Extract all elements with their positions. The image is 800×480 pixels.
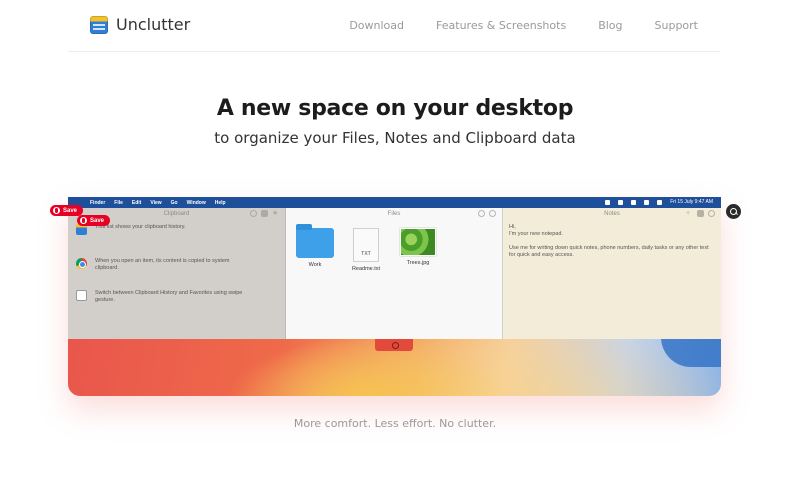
notes-tools: + — [686, 210, 715, 217]
clipboard-item: Switch between Clipboard History and Fav… — [76, 290, 245, 304]
text-file-icon: TXT — [353, 228, 379, 262]
file-item-work: Work — [290, 224, 340, 268]
list-icon — [697, 210, 704, 217]
menubar-item-view: View — [150, 199, 162, 206]
clipboard-item-text: This list shows your clipboard history. — [95, 224, 186, 230]
star-icon: ★ — [272, 210, 279, 217]
clipboard-item-text: When you open an item, its content is co… — [95, 258, 230, 271]
zoom-icon[interactable] — [726, 204, 741, 219]
hero-title: A new space on your desktop — [216, 96, 574, 121]
image-file-icon — [400, 228, 436, 256]
file-item-trees: Trees.jpg — [393, 228, 443, 266]
document-icon — [76, 290, 87, 301]
nav-blog[interactable]: Blog — [598, 19, 622, 32]
battery-icon — [644, 199, 650, 205]
files-pane: Files Work TXT Readme.txt Trees.jpg — [286, 208, 503, 339]
menubar-item-finder: Finder — [90, 199, 106, 206]
chrome-icon — [76, 258, 87, 269]
list-icon — [261, 210, 268, 217]
pinterest-icon — [53, 207, 60, 214]
bluetooth-icon — [618, 199, 624, 205]
pinterest-save-button[interactable]: Save — [50, 205, 84, 216]
add-icon: + — [686, 210, 691, 217]
nav-download[interactable]: Download — [349, 19, 404, 32]
main-nav: Download Features & Screenshots Blog Sup… — [317, 19, 720, 32]
wifi-icon — [631, 199, 637, 205]
menubar-item-help: Help — [214, 199, 226, 206]
gear-icon — [478, 210, 485, 217]
unclutter-status-icon — [605, 199, 611, 205]
save-label: Save — [90, 217, 105, 224]
toggle-icon — [250, 210, 257, 217]
mac-menubar: Finder File Edit View Go Window Help Fri… — [68, 197, 721, 208]
note-line: Hi, — [509, 224, 516, 230]
unclutter-panes: Clipboard ★ This list shows your clipboa… — [68, 208, 721, 339]
site-header: Unclutter Download Features & Screenshot… — [68, 0, 720, 52]
unclutter-pull-tab — [375, 339, 413, 351]
files-tools — [478, 210, 496, 217]
notes-pane: Notes + Hi, I'm your new notepad. Use me… — [503, 208, 721, 339]
file-name: Trees.jpg — [406, 260, 430, 266]
brand-name[interactable]: Unclutter — [116, 15, 190, 34]
nav-features-screenshots[interactable]: Features & Screenshots — [436, 19, 566, 32]
search-icon — [489, 210, 496, 217]
menubar-clock: Fri 15 July 9:47 AM — [670, 199, 713, 205]
menubar-status: Fri 15 July 9:47 AM — [605, 199, 713, 205]
app-screenshot: Finder File Edit View Go Window Help Fri… — [68, 197, 721, 396]
note-content: Hi, I'm your new notepad. Use me for wri… — [509, 224, 709, 259]
save-label: Save — [63, 207, 78, 214]
nav-support[interactable]: Support — [655, 19, 698, 32]
pinterest-icon — [80, 217, 87, 224]
folder-icon — [296, 224, 334, 258]
search-icon — [708, 210, 715, 217]
clipboard-tools: ★ — [250, 210, 279, 217]
file-name: Work — [308, 262, 322, 268]
menubar-item-window: Window — [186, 199, 206, 206]
menubar-item-edit: Edit — [131, 199, 142, 206]
note-line: I'm your new notepad. — [509, 231, 563, 237]
search-icon — [657, 199, 663, 205]
file-item-readme: TXT Readme.txt — [341, 228, 391, 272]
menubar-item-file: File — [114, 199, 123, 206]
clipboard-item: When you open an item, its content is co… — [76, 258, 245, 272]
clipboard-item-text: Switch between Clipboard History and Fav… — [95, 290, 243, 303]
hero-subtitle: to organize your Files, Notes and Clipbo… — [214, 129, 576, 147]
clipboard-pane: Clipboard ★ This list shows your clipboa… — [68, 208, 286, 339]
tagline: More comfort. Less effort. No clutter. — [293, 417, 497, 430]
file-name: Readme.txt — [351, 266, 381, 272]
pinterest-save-button[interactable]: Save — [77, 215, 111, 226]
unclutter-logo-icon[interactable] — [90, 16, 108, 34]
files-title: Files — [387, 211, 401, 217]
menubar-item-go: Go — [170, 199, 178, 206]
note-line: Use me for writing down quick notes, pho… — [509, 245, 709, 258]
